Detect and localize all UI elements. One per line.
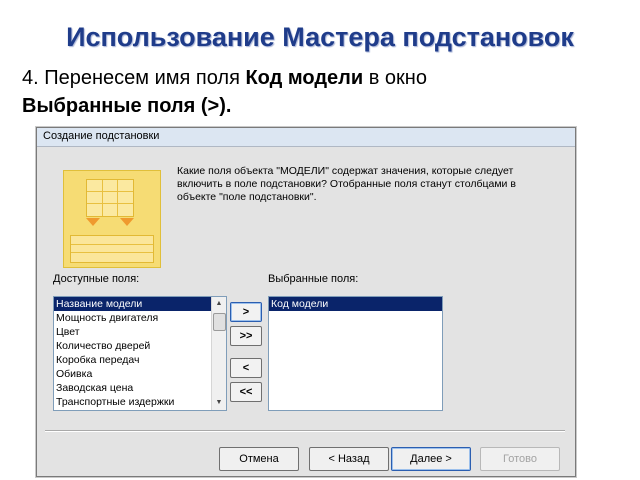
remove-field-button[interactable]: < [230, 358, 262, 378]
instruction-bold-target: Выбранные поля (>). [22, 95, 232, 117]
scroll-up-icon[interactable]: ▲ [212, 297, 226, 311]
selected-fields-list[interactable]: Код модели [268, 296, 443, 411]
dialog-titlebar[interactable]: Создание подстановки [37, 128, 575, 147]
wizard-description: Какие поля объекта "МОДЕЛИ" содержат зна… [177, 165, 516, 203]
available-fields-list[interactable]: Название модели Мощность двигателя Цвет Кол… [53, 296, 227, 411]
available-field-item[interactable]: Коробка передач [54, 353, 211, 367]
selected-field-item[interactable]: Код модели [269, 297, 442, 311]
available-fields-label: Доступные поля: [53, 273, 140, 285]
available-field-item[interactable]: Название модели [54, 297, 211, 311]
dialog-title: Создание подстановки [43, 130, 160, 142]
cancel-button[interactable]: Отмена [219, 447, 299, 471]
arrow-down-icon [86, 218, 100, 226]
selected-fields-label: Выбранные поля: [268, 273, 359, 285]
lookup-list-graphic [70, 235, 154, 263]
scrollbar-thumb[interactable] [213, 313, 226, 331]
available-field-item[interactable]: Транспортные издержки [54, 395, 211, 409]
scroll-down-icon[interactable]: ▼ [212, 396, 226, 410]
lookup-wizard-icon [63, 170, 161, 268]
available-field-item[interactable]: Количество дверей [54, 339, 211, 353]
instruction-part2: в окно [363, 67, 427, 89]
available-fields-scrollbar[interactable]: ▲ ▼ [211, 297, 226, 410]
instruction-part1: 4. Перенесем имя поля [22, 67, 246, 89]
arrow-down-icon [120, 218, 134, 226]
available-field-item[interactable]: Заводская цена [54, 381, 211, 395]
remove-all-fields-button[interactable]: << [230, 382, 262, 402]
back-button[interactable]: < Назад [309, 447, 389, 471]
available-field-item[interactable]: Цвет [54, 325, 211, 339]
available-field-item[interactable]: Мощность двигателя [54, 311, 211, 325]
available-field-item[interactable]: Обивка [54, 367, 211, 381]
finish-button: Готово [480, 447, 560, 471]
instruction-bold-field: Код модели [245, 67, 364, 89]
slide-title: Использование Мастера подстановок [66, 22, 574, 52]
instruction-text: 4. Перенесем имя поля Код модели в окно … [22, 64, 622, 120]
next-button[interactable]: Далее > [391, 447, 471, 471]
table-grid-graphic [86, 179, 134, 217]
dialog-separator [45, 430, 565, 432]
add-field-button[interactable]: > [230, 302, 262, 322]
add-all-fields-button[interactable]: >> [230, 326, 262, 346]
lookup-wizard-dialog: Создание подстановки Какие поля объекта … [36, 127, 576, 477]
